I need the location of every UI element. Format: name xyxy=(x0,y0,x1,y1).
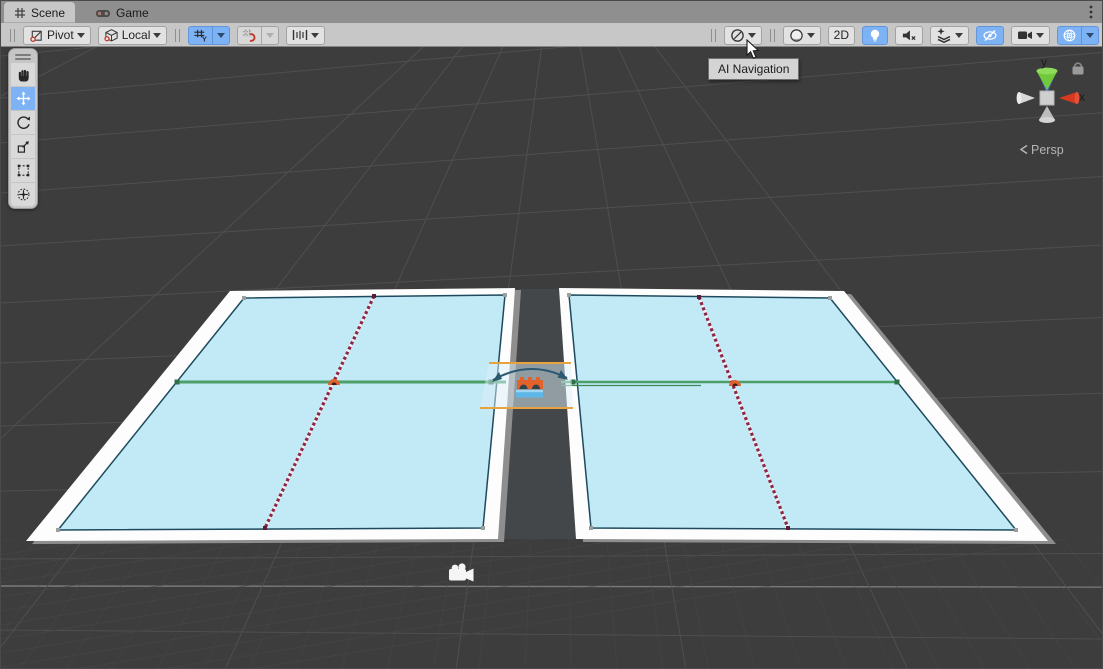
projection-label: Persp xyxy=(1031,143,1064,157)
scene-visibility-toggle[interactable] xyxy=(976,26,1004,45)
hand-icon xyxy=(16,67,31,82)
rect-icon xyxy=(16,163,31,178)
tools-overlay xyxy=(8,48,38,209)
scene-viewport[interactable]: y x Persp xyxy=(1,47,1102,668)
snap-increment-ruler-icon xyxy=(292,28,308,42)
compass-icon xyxy=(730,28,745,43)
gizmos-toggle[interactable] xyxy=(1057,26,1099,45)
chevron-down-icon xyxy=(311,33,319,38)
video-camera-icon xyxy=(1017,28,1033,42)
toolbar-drag-handle[interactable] xyxy=(10,29,15,42)
chevron-down-icon xyxy=(153,33,161,38)
chevron-down-icon xyxy=(748,33,756,38)
move-icon xyxy=(16,91,31,106)
axis-y-label: y xyxy=(1041,55,1047,69)
rect-tool[interactable] xyxy=(11,159,35,182)
shaded-sphere-icon xyxy=(789,28,804,43)
toolbar-drag-handle[interactable] xyxy=(175,29,180,42)
audio-toggle[interactable] xyxy=(895,26,923,45)
scale-icon xyxy=(16,139,31,154)
navmesh-link-selected[interactable] xyxy=(480,363,573,408)
grid-axis-y-icon[interactable]: Y xyxy=(189,27,212,44)
grid-snap-toggle[interactable] xyxy=(237,26,279,45)
svg-text:Y: Y xyxy=(202,34,207,42)
handle-orientation-dropdown[interactable]: Local xyxy=(98,26,168,45)
audio-muted-icon xyxy=(901,28,917,43)
grid-snap-magnet-icon[interactable] xyxy=(238,27,261,44)
tab-scene[interactable]: Scene xyxy=(4,2,75,23)
rotate-tool[interactable] xyxy=(11,111,35,134)
tab-scene-label: Scene xyxy=(31,6,65,20)
navmesh-link-bridge-icon xyxy=(516,377,543,398)
kebab-menu-icon[interactable] xyxy=(1084,3,1098,21)
pivot-dropdown[interactable]: Pivot xyxy=(23,26,91,45)
2d-label: 2D xyxy=(834,28,849,42)
toolbar-drag-handle[interactable] xyxy=(770,29,775,42)
snap-increment-dropdown[interactable] xyxy=(286,26,325,45)
pivot-icon xyxy=(29,28,44,43)
rotate-icon xyxy=(16,115,31,130)
effects-dropdown[interactable] xyxy=(930,26,969,45)
gamepad-icon xyxy=(95,7,111,19)
chevron-down-icon xyxy=(1036,33,1044,38)
lighting-toggle[interactable] xyxy=(862,26,888,45)
chevron-down-icon xyxy=(807,33,815,38)
tab-game[interactable]: Game xyxy=(85,2,159,23)
draw-mode-dropdown[interactable] xyxy=(783,26,821,45)
tab-bar: Scene Game xyxy=(1,1,1102,23)
pivot-label: Pivot xyxy=(47,28,74,42)
gizmo-center-cube[interactable] xyxy=(1040,91,1054,105)
chevron-down-icon xyxy=(1086,33,1094,38)
effects-layers-icon xyxy=(936,27,952,43)
scene-grid-icon xyxy=(14,7,26,19)
view-hand-tool[interactable] xyxy=(11,63,35,86)
unity-scene-view: Scene Game xyxy=(0,0,1103,669)
chevron-down-icon xyxy=(955,33,963,38)
snap-settings-dropdown[interactable] xyxy=(261,27,278,44)
gizmos-dropdown[interactable] xyxy=(1081,27,1098,44)
transform-icon xyxy=(16,187,31,202)
grid-settings-dropdown[interactable] xyxy=(212,27,229,44)
chevron-down-icon xyxy=(217,33,225,38)
eye-slash-icon xyxy=(982,28,998,43)
local-cube-icon xyxy=(104,28,119,43)
chevron-down-icon xyxy=(77,33,85,38)
camera-settings-dropdown[interactable] xyxy=(1011,26,1050,45)
grid-visibility-toggle[interactable]: Y xyxy=(188,26,230,45)
gizmo-sphere-icon[interactable] xyxy=(1058,27,1081,44)
move-tool[interactable] xyxy=(11,87,35,110)
axis-x-label: x xyxy=(1079,90,1085,104)
orientation-label: Local xyxy=(122,28,151,42)
toolbar-drag-handle[interactable] xyxy=(711,29,716,42)
2d-toggle[interactable]: 2D xyxy=(828,26,855,45)
chevron-down-icon xyxy=(266,33,274,38)
transform-tool[interactable] xyxy=(11,183,35,206)
overlay-drag-handle[interactable] xyxy=(15,51,31,62)
lightbulb-icon xyxy=(868,28,882,43)
mouse-cursor xyxy=(746,39,760,63)
scale-tool[interactable] xyxy=(11,135,35,158)
tab-game-label: Game xyxy=(116,6,149,20)
scene-toolbar: Pivot Local xyxy=(1,23,1102,47)
tooltip-text: AI Navigation xyxy=(718,62,789,76)
